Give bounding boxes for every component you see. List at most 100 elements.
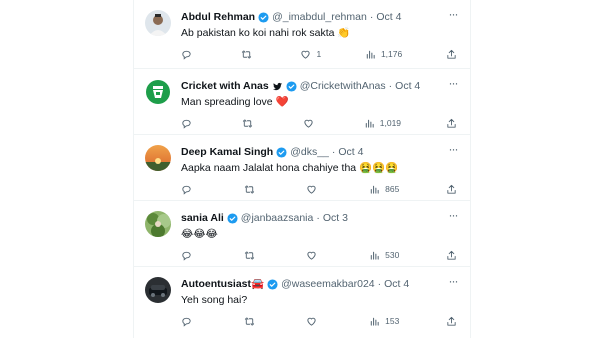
share-icon <box>447 250 456 260</box>
avatar[interactable] <box>145 211 171 237</box>
reply-icon <box>182 317 191 327</box>
avatar[interactable] <box>145 277 171 303</box>
reply-feed: Abdul Rehman @_imabdul_rehman · Oct 4 ··… <box>133 0 471 338</box>
retweet-button[interactable] <box>244 250 260 261</box>
tweet-text: Yeh song hai? <box>181 294 248 306</box>
separator-dot: · <box>316 212 320 224</box>
views-chart-icon <box>366 50 375 59</box>
reply-button[interactable] <box>181 184 197 195</box>
heart-icon <box>304 119 313 128</box>
verified-badge-icon <box>286 80 297 92</box>
author-name[interactable]: Abdul Rehman <box>181 10 255 24</box>
share-button[interactable] <box>446 118 460 129</box>
author-name[interactable]: Cricket with Anas <box>181 79 269 93</box>
separator-dot: · <box>377 278 382 290</box>
tweet[interactable]: sania Ali @janbaazsania · Oct 3 ··· 😂😂😂 <box>134 201 470 267</box>
share-icon <box>447 316 456 326</box>
twitter-bird-icon <box>272 82 282 90</box>
share-button[interactable] <box>446 316 460 327</box>
reply-button[interactable] <box>181 49 197 60</box>
share-button[interactable] <box>446 184 460 195</box>
views-chart-icon <box>365 119 374 128</box>
retweet-icon <box>244 317 254 325</box>
tweet[interactable]: Abdul Rehman @_imabdul_rehman · Oct 4 ··… <box>134 0 470 69</box>
like-button[interactable] <box>306 316 322 327</box>
tweet-date[interactable]: Oct 4 <box>376 10 401 24</box>
views-button[interactable]: 153 <box>369 316 399 327</box>
retweet-icon <box>241 50 251 58</box>
avatar[interactable] <box>145 145 171 171</box>
retweet-button[interactable] <box>244 316 260 327</box>
tweet-date[interactable]: Oct 4 <box>384 277 409 291</box>
reply-button[interactable] <box>181 250 197 261</box>
tweet-text: Ab pakistan ko koi nahi rok sakta 👏 <box>181 27 351 39</box>
reply-button[interactable] <box>181 316 197 327</box>
author-handle[interactable]: @_imabdul_rehman <box>272 10 367 24</box>
tweet[interactable]: Autoentusiast🚘 @waseemakbar024 · Oct 4 ·… <box>134 267 470 333</box>
more-options-icon[interactable]: ··· <box>446 209 460 224</box>
tweet-text: Aapka naam Jalalat hona chahiye tha 🤮🤮🤮 <box>181 162 399 174</box>
views-button[interactable]: 865 <box>369 184 399 195</box>
tweet-date[interactable]: Oct 3 <box>323 211 348 225</box>
author-name[interactable]: sania Ali <box>181 211 224 225</box>
views-chart-icon <box>370 185 379 194</box>
more-options-icon[interactable]: ··· <box>446 8 460 23</box>
heart-icon <box>307 317 317 326</box>
tweet-actions: 865 <box>181 183 460 195</box>
author-handle[interactable]: @dks__ <box>290 145 329 159</box>
verified-badge-icon <box>227 212 238 224</box>
tweet[interactable]: Cricket with Anas @CricketwithAnas · Oct… <box>134 69 470 135</box>
verified-badge-icon <box>258 11 269 23</box>
like-button[interactable]: 1 <box>300 49 321 60</box>
like-button[interactable] <box>306 184 322 195</box>
retweet-button[interactable] <box>244 184 260 195</box>
view-count: 1,176 <box>380 49 403 59</box>
views-button[interactable]: 530 <box>369 250 399 261</box>
view-count: 1,019 <box>379 118 402 128</box>
reply-button[interactable] <box>181 118 197 129</box>
separator-dot: · <box>369 11 374 23</box>
tweet-actions: 1,019 <box>181 117 460 129</box>
author-handle[interactable]: @CricketwithAnas <box>300 79 386 93</box>
retweet-button[interactable] <box>241 49 257 60</box>
view-count: 530 <box>385 250 400 260</box>
share-button[interactable] <box>446 49 460 60</box>
tweet-actions: 153 <box>181 315 460 327</box>
tweet-actions: 530 <box>181 249 460 261</box>
like-button[interactable] <box>306 250 322 261</box>
share-icon <box>447 184 456 194</box>
more-options-icon[interactable]: ··· <box>446 275 460 290</box>
like-button[interactable] <box>303 118 319 129</box>
share-icon <box>447 49 456 59</box>
tweet-actions: 1 1,176 <box>181 48 460 60</box>
tweet-date[interactable]: Oct 4 <box>395 79 420 93</box>
views-button[interactable]: 1,176 <box>365 49 402 60</box>
tweet-date[interactable]: Oct 4 <box>338 145 363 159</box>
tweet-text: 😂😂😂 <box>181 228 218 240</box>
verified-badge-icon <box>267 278 278 290</box>
retweet-icon <box>242 119 253 127</box>
tweet[interactable]: Deep Kamal Singh @dks__ · Oct 4 ··· Aapk… <box>134 135 470 201</box>
reply-icon <box>182 119 191 129</box>
author-handle[interactable]: @janbaazsania <box>241 211 314 225</box>
retweet-button[interactable] <box>242 118 258 129</box>
more-options-icon[interactable]: ··· <box>446 143 460 158</box>
view-count: 865 <box>385 184 400 194</box>
view-count: 153 <box>385 316 400 326</box>
avatar[interactable] <box>145 79 171 105</box>
reply-icon <box>182 50 191 60</box>
author-name[interactable]: Autoentusiast🚘 <box>181 277 264 291</box>
tweet-text: Man spreading love ❤️ <box>181 96 289 108</box>
reply-icon <box>182 251 191 261</box>
share-button[interactable] <box>446 250 460 261</box>
author-name[interactable]: Deep Kamal Singh <box>181 145 273 159</box>
separator-dot: · <box>331 146 336 158</box>
retweet-icon <box>244 185 254 193</box>
retweet-icon <box>244 251 254 259</box>
verified-badge-icon <box>276 146 287 158</box>
avatar[interactable] <box>145 10 171 36</box>
views-button[interactable]: 1,019 <box>364 118 401 129</box>
more-options-icon[interactable]: ··· <box>446 77 460 92</box>
share-icon <box>447 118 456 128</box>
author-handle[interactable]: @waseemakbar024 <box>281 277 375 291</box>
